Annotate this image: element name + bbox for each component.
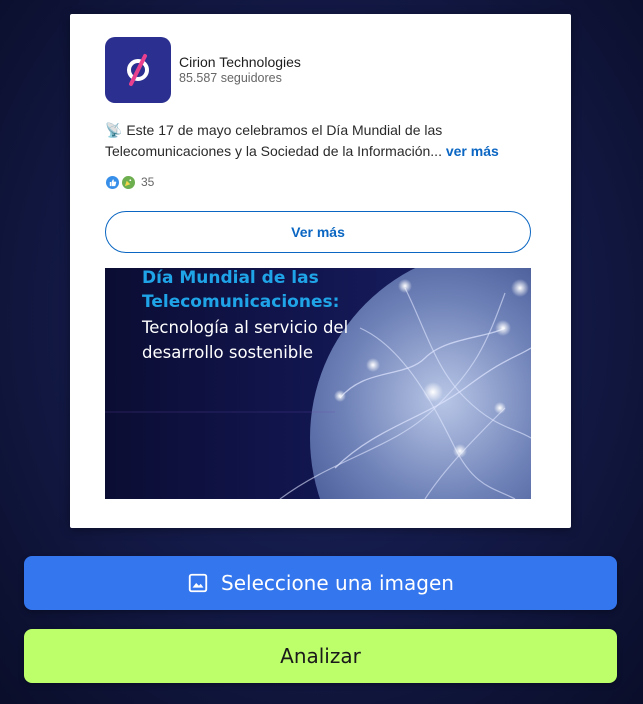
satellite-icon: 📡	[105, 122, 123, 138]
like-reaction-icon	[106, 175, 119, 189]
post-text: 📡 Este 17 de mayo celebramos el Día Mund…	[105, 120, 535, 162]
image-title-line1: Día Mundial de las	[142, 268, 319, 288]
image-subtitle: Tecnología al servicio del desarrollo so…	[142, 318, 349, 362]
post-body: Este 17 de mayo celebramos el Día Mundia…	[105, 122, 446, 159]
post-header: Cirion Technologies 85.587 seguidores	[105, 37, 301, 103]
ver-mas-button[interactable]: Ver más	[105, 211, 531, 253]
select-image-button[interactable]: Seleccione una imagen	[24, 556, 617, 610]
image-icon	[188, 573, 208, 593]
celebrate-reaction-icon	[122, 175, 135, 189]
follower-count: 85.587 seguidores	[179, 71, 282, 85]
analyze-button[interactable]: Analizar	[24, 629, 617, 683]
image-title-line2: Telecomunicaciones:	[142, 292, 340, 312]
company-logo[interactable]	[105, 37, 171, 103]
analyze-label: Analizar	[280, 644, 361, 668]
company-meta: Cirion Technologies 85.587 seguidores	[179, 54, 301, 86]
reaction-count: 35	[141, 175, 155, 189]
cirion-logo-icon	[127, 54, 149, 86]
reactions[interactable]: 35	[106, 175, 154, 189]
company-name[interactable]: Cirion Technologies	[179, 54, 301, 71]
post-image[interactable]: Día Mundial de las Telecomunicaciones: T…	[105, 268, 531, 499]
select-image-label: Seleccione una imagen	[221, 571, 454, 595]
see-more-link[interactable]: ver más	[446, 143, 499, 159]
